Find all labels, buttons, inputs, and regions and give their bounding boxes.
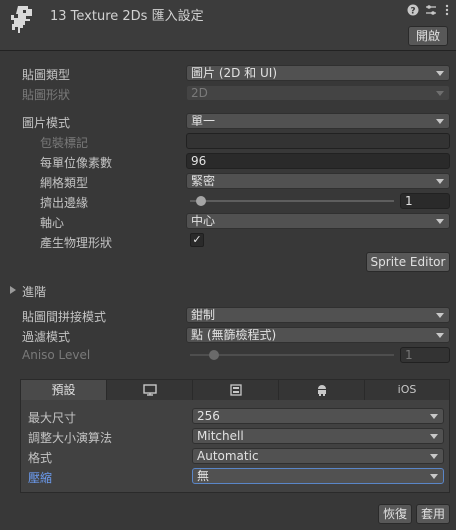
chevron-down-icon [436, 119, 444, 124]
resize-algorithm-label: 調整大小演算法 [28, 431, 113, 445]
mesh-type-label: 網格類型 [40, 176, 89, 190]
packing-tag-field [186, 133, 450, 149]
compression-value: 無 [197, 469, 210, 483]
generate-physics-shape-checkbox[interactable]: ✓ [190, 233, 204, 247]
mesh-type-dropdown[interactable]: 緊密 [186, 173, 450, 189]
extrude-edges-label: 擠出邊緣 [40, 196, 89, 210]
pivot-label: 軸心 [40, 216, 65, 230]
aniso-level-slider-knob [209, 350, 220, 360]
texture-type-label: 貼圖類型 [22, 68, 71, 82]
resize-algorithm-value: Mitchell [197, 429, 244, 443]
advanced-foldout-label[interactable]: 進階 [22, 283, 46, 300]
sprite-mode-value: 單一 [191, 114, 216, 128]
max-size-value: 256 [197, 409, 220, 423]
wrap-mode-label: 貼圖間拼接模式 [22, 310, 107, 324]
texture-type-dropdown[interactable]: 圖片 (2D 和 UI) [186, 65, 450, 81]
filter-mode-value: 點 (無篩檢程式) [191, 328, 277, 342]
revert-button[interactable]: 恢復 [378, 504, 412, 524]
max-size-label: 最大尺寸 [28, 411, 77, 425]
format-label: 格式 [28, 451, 53, 465]
open-button[interactable]: 開啟 [408, 26, 448, 46]
format-dropdown[interactable]: Automatic [192, 448, 444, 464]
chevron-down-icon [436, 91, 444, 96]
generate-physics-shape-label: 產生物理形狀 [40, 236, 113, 250]
sprite-mode-label: 圖片模式 [22, 116, 71, 130]
monitor-icon [142, 384, 157, 396]
tab-default[interactable]: 預設 [21, 380, 107, 400]
help-icon[interactable]: ? [406, 4, 420, 18]
chevron-down-icon [430, 434, 438, 439]
android-icon [317, 385, 326, 396]
pivot-dropdown[interactable]: 中心 [186, 213, 450, 229]
texture-shape-value: 2D [191, 86, 208, 100]
chevron-down-icon [430, 454, 438, 459]
more-icon[interactable] [440, 4, 454, 18]
aniso-level-field: 1 [400, 347, 450, 363]
chevron-down-icon [436, 179, 444, 184]
pixels-per-unit-label: 每單位像素數 [40, 156, 113, 170]
sprite-editor-button[interactable]: Sprite Editor [366, 252, 450, 272]
tab-ios[interactable]: iOS [365, 380, 449, 400]
pivot-value: 中心 [191, 214, 216, 228]
mesh-type-value: 緊密 [191, 174, 216, 188]
wrap-mode-dropdown[interactable]: 鉗制 [186, 307, 450, 323]
extrude-edges-slider[interactable] [190, 200, 394, 202]
advanced-foldout-arrow-icon[interactable] [10, 286, 16, 294]
aniso-level-slider [190, 354, 394, 356]
header-divider [0, 50, 456, 51]
texture-type-value: 圖片 (2D 和 UI) [191, 66, 278, 80]
pixels-per-unit-field[interactable]: 96 [186, 153, 450, 169]
chevron-down-icon [436, 71, 444, 76]
filter-mode-dropdown[interactable]: 點 (無篩檢程式) [186, 327, 450, 343]
chevron-down-icon [436, 219, 444, 224]
filter-mode-label: 過濾模式 [22, 330, 71, 344]
texture-shape-label: 貼圖形狀 [22, 88, 71, 102]
tab-android[interactable] [279, 380, 365, 400]
tab-standalone[interactable] [107, 380, 193, 400]
platform-tabs: 預設 iOS [21, 380, 449, 400]
chevron-down-icon [436, 313, 444, 318]
texture-shape-dropdown: 2D [186, 85, 450, 101]
apply-button[interactable]: 套用 [416, 504, 450, 524]
sprite-mode-dropdown[interactable]: 單一 [186, 113, 450, 129]
tab-ios-label: iOS [397, 383, 417, 396]
extrude-edges-slider-knob[interactable] [195, 196, 206, 206]
resize-algorithm-dropdown[interactable]: Mitchell [192, 428, 444, 444]
extrude-edges-field[interactable]: 1 [400, 193, 450, 209]
max-size-dropdown[interactable]: 256 [192, 408, 444, 424]
chevron-down-icon [436, 333, 444, 338]
inspector-title: 13 Texture 2Ds 匯入設定 [50, 9, 204, 24]
compression-dropdown[interactable]: 無 [192, 468, 444, 484]
chevron-down-icon [430, 474, 438, 479]
webgl-icon [229, 384, 242, 396]
texture-asset-icon [11, 6, 32, 33]
format-value: Automatic [197, 449, 259, 463]
chevron-down-icon [430, 414, 438, 419]
compression-label: 壓縮 [28, 471, 53, 485]
packing-tag-label: 包裝標記 [40, 136, 89, 150]
tab-webgl[interactable] [193, 380, 279, 400]
aniso-level-label: Aniso Level [22, 348, 91, 362]
tab-default-label: 預設 [51, 383, 76, 397]
preset-icon[interactable] [424, 4, 438, 18]
svg-text:?: ? [410, 7, 415, 17]
wrap-mode-value: 鉗制 [191, 308, 216, 322]
